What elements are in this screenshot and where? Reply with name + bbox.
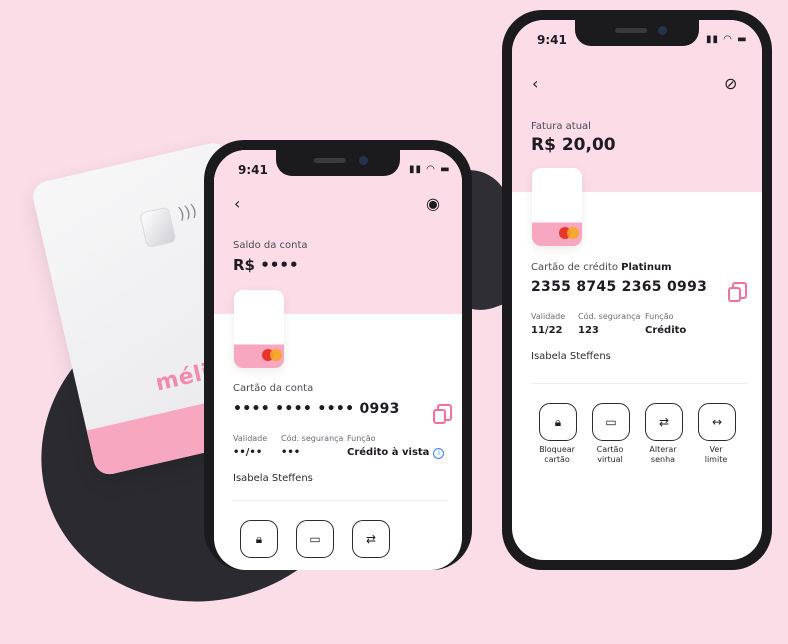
field-cvv-label: Cód. segurança [578,312,641,321]
phone-right: 9:41 ▮▮ ◠ ▬ ‹ ⊘ Fatura atual R$ 20,00 Ca… [502,10,772,570]
mastercard-orange [567,227,579,239]
card-tier: Platinum [621,262,672,273]
card-number: •••• •••• •••• 0993 [233,401,400,417]
view-limit-label-1: Ver [709,445,723,454]
field-validity-label: Validade [233,434,268,443]
virtual-card-label-2: virtual [597,455,623,464]
speaker [615,28,647,33]
camera [359,156,368,165]
field-validity-value: 11/22 [531,325,563,336]
card-section-label: Cartão de crédito Platinum [531,262,672,273]
invoice-label: Fatura atual [531,121,591,132]
notch [575,20,699,46]
copy-icon[interactable] [433,404,452,424]
view-limit-button[interactable]: ↔ [698,403,736,441]
divider [531,383,748,384]
change-password-label: Alterar senha [633,445,693,465]
change-password-button[interactable]: ⇄ [645,403,683,441]
balance-value: R$ •••• [233,256,299,274]
field-validity-label: Validade [531,312,566,321]
lock-card-label: Bloquear cartão [527,445,587,465]
virtual-card-button[interactable]: ▭ [592,403,630,441]
function-text: Crédito à vista [347,447,430,458]
lock-button[interactable]: 🔒︎ [240,520,278,558]
field-cvv-label: Cód. segurança [281,434,344,443]
divider [233,500,448,501]
field-function-value: Crédito [645,325,687,336]
field-function-label: Função [645,312,674,321]
card-type: Cartão de crédito [531,262,618,273]
view-limit-label: Ver limite [686,445,746,465]
virtual-card-label-1: Cartão [596,445,624,454]
eye-slash-icon[interactable]: ⊘ [724,74,737,93]
status-icons: ▮▮ ◠ ▬ [706,34,748,45]
status-icons: ▮▮ ◠ ▬ [409,164,451,175]
field-validity-value: ••/•• [233,447,263,458]
notch [276,150,400,176]
card-holder: Isabela Steffens [531,351,611,362]
status-time: 9:41 [537,33,567,47]
card-holder: Isabela Steffens [233,473,313,484]
change-password-button[interactable]: ⇄ [352,520,390,558]
copy-icon[interactable] [728,282,747,302]
field-function-label: Função [347,434,376,443]
phone-right-screen: 9:41 ▮▮ ◠ ▬ ‹ ⊘ Fatura atual R$ 20,00 Ca… [512,20,762,560]
phone-left-screen: 9:41 ▮▮ ◠ ▬ ‹ ◉ Saldo da conta R$ •••• C… [214,150,462,570]
invoice-value: R$ 20,00 [531,135,616,155]
card-section-label: Cartão da conta [233,383,314,394]
balance-label: Saldo da conta [233,240,308,251]
back-chevron-icon[interactable]: ‹ [532,74,538,93]
lock-card-label-1: Bloquear [539,445,575,454]
mastercard-orange [270,349,282,361]
virtual-card-label: Cartão virtual [580,445,640,465]
field-cvv-value: 123 [578,325,599,336]
view-limit-label-2: limite [704,455,728,464]
speaker [314,158,346,163]
field-cvv-value: ••• [281,447,301,458]
virtual-card-button[interactable]: ▭ [296,520,334,558]
status-time: 9:41 [238,163,268,177]
change-password-label-1: Alterar [649,445,677,454]
back-chevron-icon[interactable]: ‹ [234,194,240,213]
change-password-label-2: senha [650,455,676,464]
lock-card-button[interactable]: 🔒︎ [539,403,577,441]
info-icon[interactable]: i [433,448,445,459]
field-function-value: Crédito à vista i [347,447,445,459]
card-number: 2355 8745 2365 0993 [531,279,708,295]
eye-icon[interactable]: ◉ [426,194,440,213]
camera [658,26,667,35]
lock-card-label-2: cartão [544,455,570,464]
phone-left: 9:41 ▮▮ ◠ ▬ ‹ ◉ Saldo da conta R$ •••• C… [204,140,472,570]
